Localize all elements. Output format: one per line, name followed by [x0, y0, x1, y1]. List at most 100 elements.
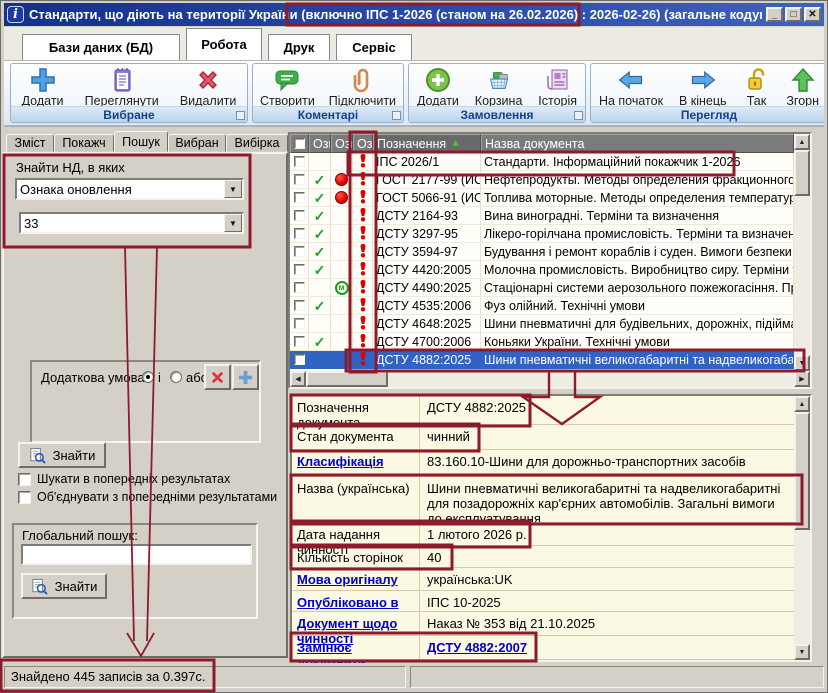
row-checkbox[interactable]: [294, 300, 305, 311]
radio-or[interactable]: [170, 371, 182, 383]
toolbar-button-arrow-up[interactable]: Згорн: [786, 65, 819, 108]
maximize-button[interactable]: □: [785, 7, 802, 22]
red-dot-icon: [335, 191, 348, 204]
menu-tab-4[interactable]: Сервіс: [336, 34, 412, 60]
table-row-5[interactable]: ✓ДСТУ 3297-95Лікеро-горілчана промислові…: [290, 225, 794, 243]
table-row-6[interactable]: ✓ДСТУ 3594-97Будування і ремонт кораблів…: [290, 243, 794, 261]
menu-tab-1[interactable]: Бази даних (БД): [22, 34, 180, 60]
column-header-2[interactable]: Озн: [331, 134, 353, 153]
menu-tab-3[interactable]: Друк: [268, 34, 330, 60]
scroll-up-icon[interactable]: ▲: [794, 396, 810, 412]
header-checkbox-cell[interactable]: [290, 134, 309, 153]
minimize-button[interactable]: _: [766, 7, 783, 22]
details-vscroll-thumb[interactable]: [794, 412, 810, 530]
row-checkbox[interactable]: [294, 354, 305, 365]
toolbar-button-arrow-left[interactable]: На початок: [599, 65, 663, 108]
merge-previous-row[interactable]: Об'єднувати з попередніми результатами: [18, 490, 286, 504]
side-tab-1[interactable]: Зміст: [6, 134, 54, 152]
row-checkbox[interactable]: [294, 318, 305, 329]
scroll-down-icon[interactable]: ▼: [794, 644, 810, 660]
toolbar-button-comment-bubble[interactable]: Створити: [260, 65, 315, 108]
column-header-3[interactable]: Оз: [353, 134, 373, 153]
toolbar-button-arrow-right[interactable]: В кінець: [679, 65, 727, 108]
red-exclamation-icon: [359, 279, 367, 297]
table-row-9[interactable]: ✓ДСТУ 4535:2006Фуз олійний. Технічні умо…: [290, 297, 794, 315]
table-row-2[interactable]: ✓ГОСТ 2177-99 (ИСО 3Нефтепродукты. Метод…: [290, 171, 794, 189]
dialog-launcher-icon[interactable]: [574, 111, 583, 120]
search-previous-checkbox[interactable]: [18, 473, 31, 486]
toolbar-group-3: ДодатиКорзинаІсторіяЗамовлення: [408, 63, 586, 123]
toolbar-button-padlock[interactable]: Так: [742, 65, 770, 108]
scroll-right-icon[interactable]: ▶: [794, 371, 810, 387]
criterion-combobox[interactable]: Ознака оновлення ▼: [15, 178, 244, 200]
table-header: ОзнОзнОзПозначення▲Назва документа: [290, 134, 794, 153]
status-message: Знайдено 445 записів за 0.397с.: [4, 666, 406, 688]
scroll-down-icon[interactable]: ▼: [794, 355, 810, 371]
row-checkbox[interactable]: [294, 228, 305, 239]
radio-and[interactable]: [142, 371, 154, 383]
column-header-1[interactable]: Озн: [309, 134, 331, 153]
table-row-1[interactable]: ІПС 2026/1Стандарти. Інформаційний покаж…: [290, 153, 794, 171]
toolbar-button-view-notepad[interactable]: Переглянути: [85, 65, 159, 108]
chevron-down-icon[interactable]: ▼: [224, 180, 242, 198]
row-checkbox[interactable]: [294, 264, 305, 275]
toolbar-button-basket[interactable]: Корзина: [475, 65, 523, 108]
column-header-5[interactable]: Назва документа: [481, 134, 794, 153]
row-checkbox[interactable]: [294, 336, 305, 347]
global-search-input[interactable]: [21, 544, 252, 565]
cell-document-name: Шини пневматичні для будівельних, дорожн…: [481, 315, 794, 333]
toolbar-button-add-plus[interactable]: Додати: [22, 65, 64, 108]
dialog-launcher-icon[interactable]: [392, 111, 401, 120]
table-hscroll-thumb[interactable]: [306, 371, 388, 387]
plus-icon: [237, 369, 254, 386]
row-checkbox[interactable]: [294, 174, 305, 185]
dialog-launcher-icon[interactable]: [236, 111, 245, 120]
side-tab-3[interactable]: Пошук: [114, 131, 168, 152]
close-button[interactable]: ✕: [804, 7, 821, 22]
chevron-down-icon[interactable]: ▼: [224, 214, 242, 232]
side-tab-4[interactable]: Вибран: [168, 134, 226, 152]
remove-condition-button[interactable]: [204, 364, 231, 390]
toolbar-button-attach-paperclip[interactable]: Підключити: [329, 65, 396, 108]
column-header-4[interactable]: Позначення▲: [373, 134, 481, 153]
table-row-8[interactable]: мДСТУ 4490:2025Стаціонарні системи аероз…: [290, 279, 794, 297]
search-previous-row[interactable]: Шукати в попередніх результатах: [18, 472, 286, 486]
row-checkbox[interactable]: [294, 192, 305, 203]
details-label-link[interactable]: Мова оригіналу: [297, 572, 398, 587]
merge-previous-label: Об'єднувати з попередніми результатами: [37, 490, 277, 504]
row-checkbox[interactable]: [294, 282, 305, 293]
global-find-button[interactable]: Знайти: [21, 573, 107, 599]
add-condition-button[interactable]: [232, 364, 259, 390]
table-row-4[interactable]: ✓ДСТУ 2164-93Вина виноградні. Терміни та…: [290, 207, 794, 225]
side-tab-5[interactable]: Вибірка: [226, 134, 288, 152]
table-row-3[interactable]: ✓ГОСТ 5066-91 (ИСО 3Топлива моторные. Ме…: [290, 189, 794, 207]
menu-tab-2[interactable]: Робота: [186, 28, 262, 60]
scroll-up-icon[interactable]: ▲: [794, 134, 810, 150]
table-vscroll-thumb[interactable]: [794, 150, 810, 196]
cell-designation: ДСТУ 4420:2005: [373, 261, 481, 279]
table-row-10[interactable]: ДСТУ 4648:2025Шини пневматичні для будів…: [290, 315, 794, 333]
cell-designation: ГОСТ 5066-91 (ИСО 3: [373, 189, 481, 207]
row-checkbox[interactable]: [294, 210, 305, 221]
toolbar-button-add-circle[interactable]: Додати: [417, 65, 459, 108]
details-label: Документ щодо чинності: [292, 612, 420, 635]
toolbar-button-history-news[interactable]: Історія: [538, 65, 577, 108]
merge-previous-checkbox[interactable]: [18, 491, 31, 504]
scroll-left-icon[interactable]: ◀: [290, 371, 306, 387]
details-value-link[interactable]: ДСТУ 4882:2007: [427, 640, 527, 655]
arrow-left-icon: [617, 66, 645, 94]
table-row-7[interactable]: ✓ДСТУ 4420:2005Молочна промисловість. Ви…: [290, 261, 794, 279]
details-row-4: Назва (українська)Шини пневматичні велик…: [292, 477, 794, 523]
value-combobox[interactable]: 33 ▼: [19, 212, 244, 234]
details-value: Наказ № 353 від 21.10.2025: [420, 612, 794, 635]
side-tab-2[interactable]: Покажч: [54, 134, 114, 152]
row-checkbox[interactable]: [294, 156, 305, 167]
table-row-12[interactable]: ДСТУ 4882:2025Шини пневматичні великогаб…: [290, 351, 794, 369]
row-checkbox[interactable]: [294, 246, 305, 257]
details-label-link[interactable]: Опубліковано в: [297, 595, 399, 610]
header-checkbox[interactable]: [294, 138, 305, 149]
toolbar-button-delete-x[interactable]: Видалити: [180, 65, 237, 108]
find-button[interactable]: Знайти: [18, 442, 106, 468]
details-label-link[interactable]: Класифікація: [297, 454, 384, 469]
table-row-11[interactable]: ✓ДСТУ 4700:2006Коньяки України. Технічні…: [290, 333, 794, 351]
